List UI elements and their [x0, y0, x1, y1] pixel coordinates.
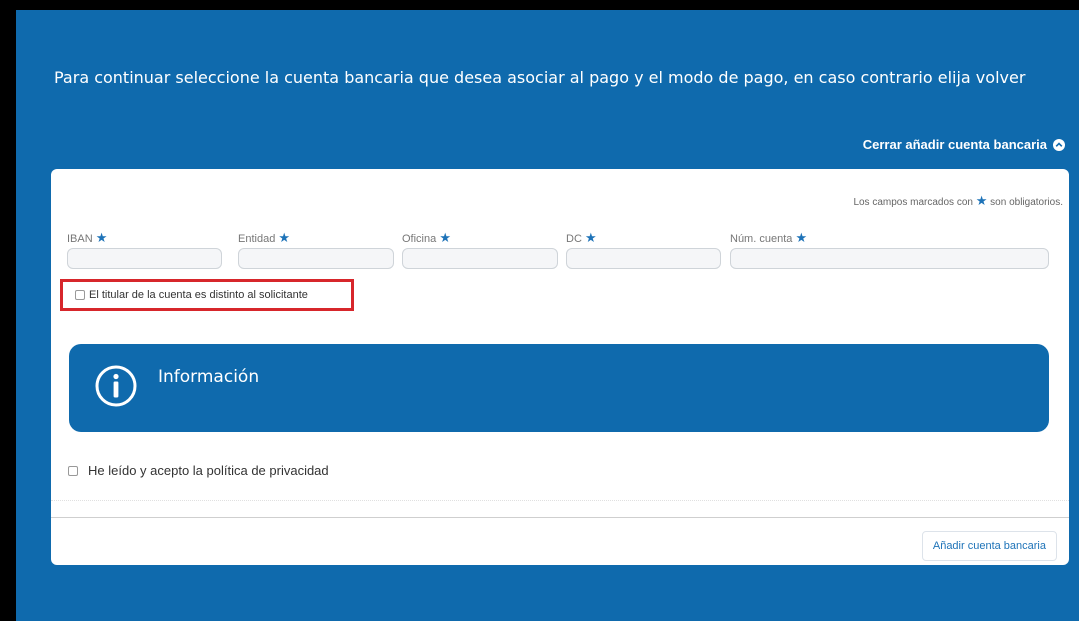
info-title: Información: [158, 367, 260, 387]
account-number-label-text: Núm. cuenta: [730, 233, 793, 245]
add-bank-account-button[interactable]: Añadir cuenta bancaria: [921, 531, 1057, 561]
dc-label: DC ★: [566, 230, 597, 246]
required-fields-note: Los campos marcados con ★ son obligatori…: [853, 193, 1063, 209]
required-note-before: Los campos marcados con: [853, 197, 973, 208]
dotted-separator: [51, 500, 1069, 501]
required-star-icon: ★: [439, 230, 451, 245]
info-icon: [94, 364, 138, 413]
close-add-bank-account-link[interactable]: Cerrar añadir cuenta bancaria: [863, 137, 1065, 152]
required-star-icon: ★: [975, 193, 988, 208]
instruction-text: Para continuar seleccione la cuenta banc…: [54, 68, 1026, 87]
entidad-label-text: Entidad: [238, 233, 276, 245]
oficina-label-text: Oficina: [402, 233, 437, 245]
required-star-icon: ★: [278, 230, 291, 245]
required-star-icon: ★: [95, 230, 108, 245]
iban-input[interactable]: [67, 248, 222, 269]
privacy-label: He leído y acepto la política de privaci…: [88, 463, 329, 478]
chevron-up-icon: [1053, 138, 1065, 151]
iban-label: IBAN ★: [67, 230, 107, 246]
close-add-bank-account-label: Cerrar añadir cuenta bancaria: [862, 137, 1047, 152]
add-bank-account-card: Los campos marcados con ★ son obligatori…: [51, 169, 1069, 565]
privacy-checkbox[interactable]: [68, 465, 78, 476]
holder-differs-label: El titular de la cuenta es distinto al s…: [89, 289, 308, 301]
add-bank-account-label: Añadir cuenta bancaria: [932, 540, 1046, 552]
entidad-input[interactable]: [238, 248, 394, 269]
iban-label-text: IBAN: [67, 233, 93, 245]
holder-differs-highlight: El titular de la cuenta es distinto al s…: [60, 279, 354, 311]
footer-divider: [51, 517, 1069, 518]
required-star-icon: ★: [795, 230, 808, 245]
required-note-after: son obligatorios.: [990, 197, 1063, 208]
oficina-label: Oficina ★: [402, 230, 451, 246]
app-screen: Para continuar seleccione la cuenta banc…: [16, 10, 1079, 621]
dc-label-text: DC: [566, 233, 582, 245]
required-star-icon: ★: [584, 230, 597, 245]
info-banner: Información: [69, 344, 1049, 432]
account-number-label: Núm. cuenta ★: [730, 230, 807, 246]
dc-input[interactable]: [566, 248, 721, 269]
privacy-row: He leído y acepto la política de privaci…: [68, 463, 329, 478]
holder-differs-checkbox[interactable]: [75, 290, 85, 300]
account-number-input[interactable]: [730, 248, 1049, 269]
entidad-label: Entidad ★: [238, 230, 290, 246]
oficina-input[interactable]: [402, 248, 558, 269]
